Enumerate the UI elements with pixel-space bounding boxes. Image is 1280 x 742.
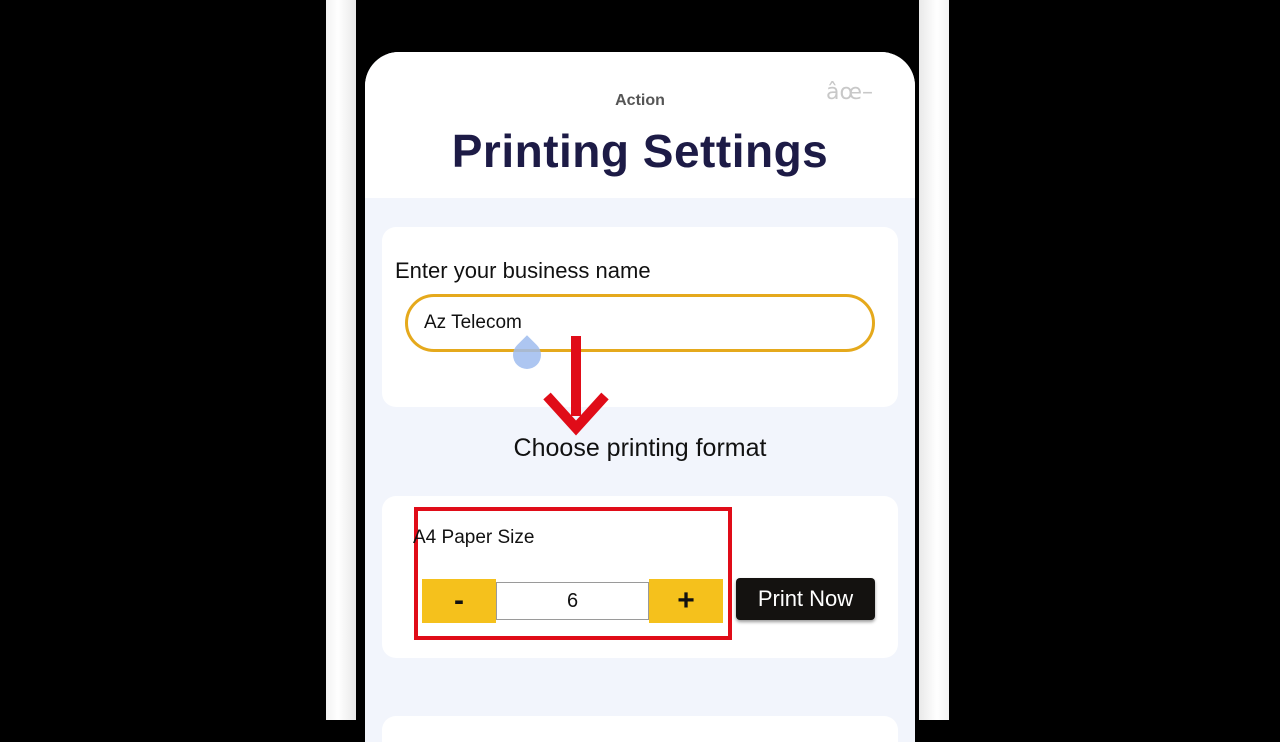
device-bezel-left <box>326 0 356 720</box>
paper-size-label: A4 Paper Size <box>413 527 535 548</box>
close-icon[interactable]: âœ– <box>826 80 873 105</box>
print-now-button[interactable]: Print Now <box>736 578 875 620</box>
printing-format-heading: Choose printing format <box>513 434 767 462</box>
device-bezel-right <box>919 0 949 720</box>
quantity-input[interactable] <box>496 582 649 620</box>
page-title: Printing Settings <box>451 125 829 177</box>
business-name-input[interactable] <box>405 294 875 352</box>
increment-button[interactable]: + <box>649 579 723 623</box>
business-name-label: Enter your business name <box>395 258 651 283</box>
arrow-down-icon <box>543 336 609 436</box>
printing-settings-sheet: Action âœ– Printing Settings Enter your … <box>365 52 915 742</box>
decrement-button[interactable]: - <box>422 579 496 623</box>
